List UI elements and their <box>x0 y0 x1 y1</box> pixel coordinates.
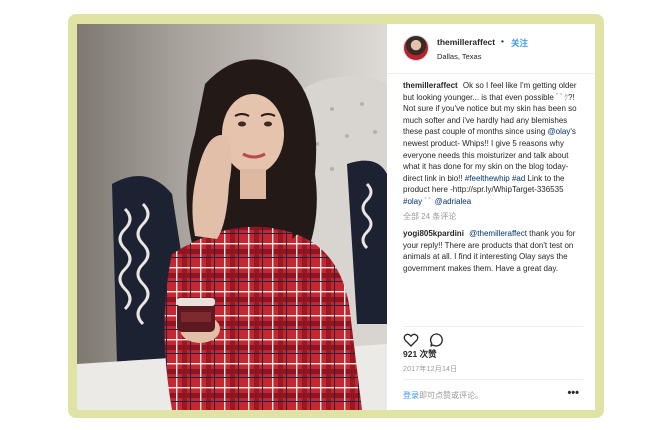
post-header: themilleraffect • 关注 Dallas, Texas <box>387 24 595 74</box>
comments-section[interactable]: themilleraffect Ok so I feel like I'm ge… <box>403 80 583 312</box>
action-bar <box>403 326 583 348</box>
comment-item: yogi805kpardini @themilleraffect thank y… <box>403 228 583 274</box>
hashtag-link[interactable]: #olay <box>403 197 422 206</box>
likes-count[interactable]: 921 次赞 <box>403 348 437 360</box>
post-photo[interactable] <box>77 24 387 410</box>
follow-button[interactable]: 关注 <box>511 37 528 49</box>
mention-link[interactable]: @adrialea <box>435 197 472 206</box>
likes-label: 次赞 <box>419 349 437 359</box>
add-comment-bar: 登录即可点赞或评论。 ••• <box>403 379 583 410</box>
view-all-comments-link[interactable]: 全部 24 条评论 <box>403 211 583 223</box>
post-photo-illustration <box>77 24 387 410</box>
mention-link[interactable]: @themilleraffect <box>469 229 527 238</box>
post-date: 2017年12月14日 <box>403 366 458 373</box>
login-prompt-text: 即可点赞或评论。 <box>419 391 483 400</box>
comment-username[interactable]: yogi805kpardini <box>403 229 464 238</box>
avatar[interactable] <box>403 35 429 61</box>
likes-number: 921 <box>403 349 418 359</box>
post-side-panel: themilleraffect • 关注 Dallas, Texas themi… <box>387 24 595 410</box>
caption-emoji: ﾞﾟ <box>424 196 433 206</box>
header-separator-dot: • <box>501 36 504 46</box>
caption-emoji: ﾞﾟｸ <box>556 92 568 102</box>
header-username[interactable]: themilleraffect <box>437 37 495 47</box>
login-prompt: 登录即可点赞或评论。 <box>403 390 483 401</box>
instagram-post-embed: themilleraffect • 关注 Dallas, Texas themi… <box>77 24 595 410</box>
hashtag-link[interactable]: #feelthewhip <box>465 174 510 183</box>
more-options-icon[interactable]: ••• <box>567 387 579 399</box>
login-link[interactable]: 登录 <box>403 391 419 400</box>
location-link[interactable]: Dallas, Texas <box>437 52 481 61</box>
caption: themilleraffect Ok so I feel like I'm ge… <box>403 80 583 208</box>
hashtag-link[interactable]: #ad <box>512 174 525 183</box>
mention-link[interactable]: @olay <box>548 127 571 136</box>
speech-bubble-icon[interactable] <box>429 332 445 348</box>
heart-icon[interactable] <box>403 332 419 348</box>
caption-username[interactable]: themilleraffect <box>403 81 458 90</box>
